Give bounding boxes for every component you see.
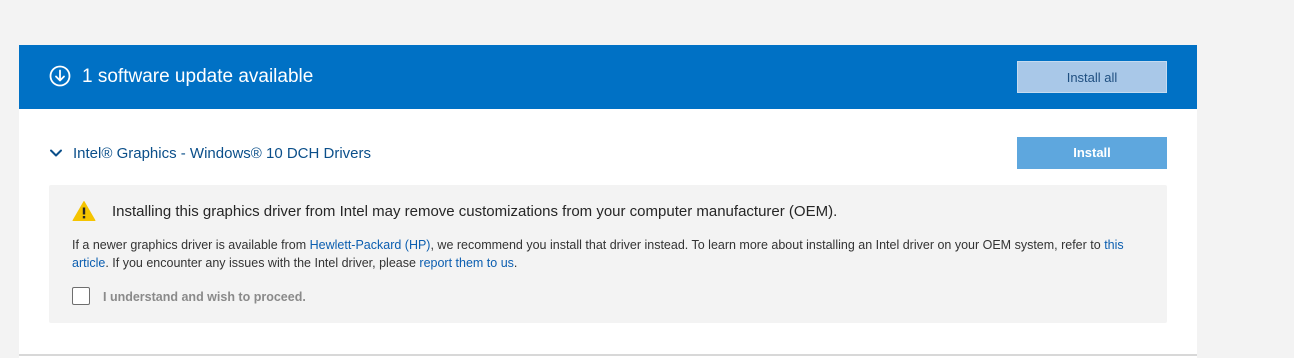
divider — [19, 354, 1197, 356]
warning-body-text: If a newer graphics driver is available … — [72, 238, 310, 252]
warning-title: Installing this graphics driver from Int… — [112, 203, 838, 220]
download-circle-icon — [49, 65, 71, 87]
report-link[interactable]: report them to us — [419, 256, 514, 270]
proceed-checkbox[interactable] — [72, 287, 90, 305]
oem-warning-box: Installing this graphics driver from Int… — [49, 185, 1167, 323]
proceed-checkbox-label[interactable]: I understand and wish to proceed. — [103, 288, 306, 306]
driver-item-title[interactable]: Intel® Graphics - Windows® 10 DCH Driver… — [73, 144, 371, 164]
updates-panel: 1 software update available Install all … — [19, 45, 1197, 358]
warning-body-text: , we recommend you install that driver i… — [430, 238, 1105, 252]
warning-body-text: . If you encounter any issues with the I… — [105, 256, 420, 270]
updates-count-title: 1 software update available — [82, 66, 314, 87]
warning-triangle-icon — [72, 201, 96, 221]
warning-body-text: . — [513, 256, 518, 270]
chevron-down-icon[interactable] — [49, 146, 63, 160]
warning-body: If a newer graphics driver is available … — [72, 236, 1152, 272]
install-button[interactable]: Install — [1017, 137, 1167, 169]
oem-link[interactable]: Hewlett-Packard (HP) — [310, 238, 431, 252]
install-all-button[interactable]: Install all — [1017, 61, 1167, 93]
updates-header: 1 software update available Install all — [19, 45, 1197, 109]
